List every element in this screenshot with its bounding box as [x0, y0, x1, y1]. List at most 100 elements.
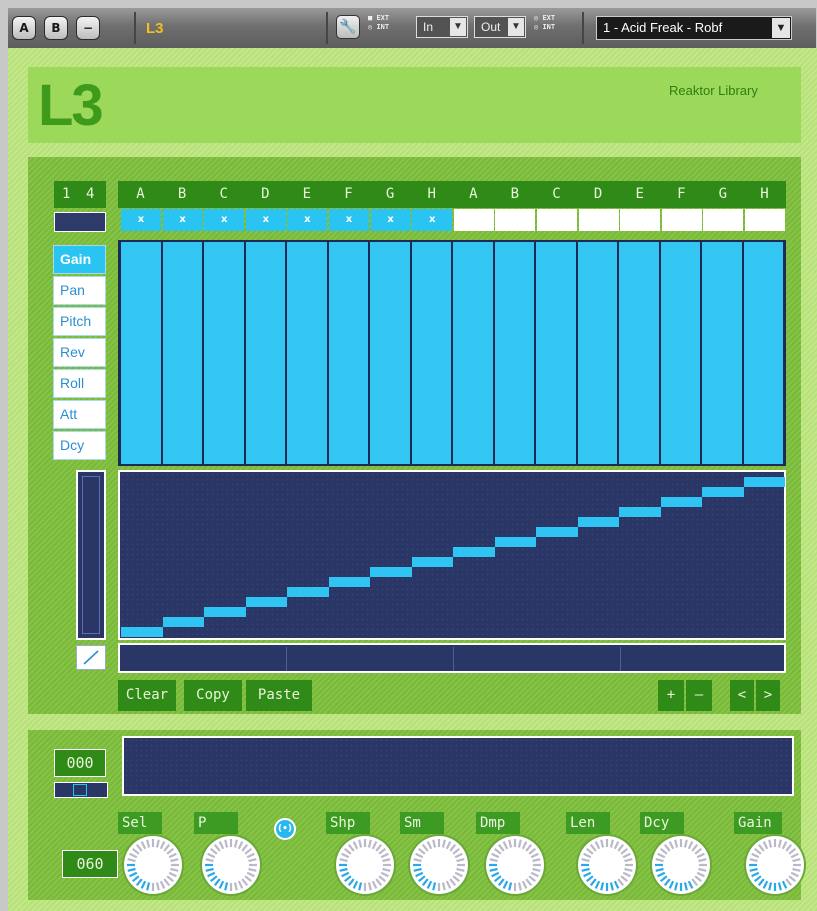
- minimize-button[interactable]: −: [76, 16, 100, 40]
- pitch-step[interactable]: [536, 527, 578, 537]
- gain-bar[interactable]: [619, 242, 659, 464]
- clear-button[interactable]: Clear: [118, 680, 176, 711]
- gain-bar[interactable]: [162, 242, 202, 464]
- lane-tab-dcy[interactable]: Dcy: [53, 431, 106, 460]
- step-mute-toggle[interactable]: [495, 209, 536, 231]
- step-mute-toggle[interactable]: [453, 209, 494, 231]
- out-select[interactable]: Out ▼: [474, 16, 526, 38]
- gain-bar[interactable]: [577, 242, 617, 464]
- timeline-divider: [620, 647, 621, 671]
- pitch-step[interactable]: [121, 627, 163, 637]
- add-button[interactable]: +: [658, 680, 684, 711]
- gain-bar[interactable]: [660, 242, 700, 464]
- midi-in-source[interactable]: ■ EXT ◎ INT: [368, 14, 389, 32]
- preset-select[interactable]: 1 - Acid Freak - Robf ▼: [596, 16, 792, 40]
- pitch-step[interactable]: [162, 617, 204, 627]
- gain-bar-editor[interactable]: [118, 240, 786, 466]
- lane-tab-roll[interactable]: Roll: [53, 369, 106, 398]
- wrench-icon[interactable]: 🔧: [336, 15, 360, 39]
- knob-dmp[interactable]: [486, 836, 544, 894]
- next-page-button[interactable]: >: [756, 680, 780, 711]
- lane-tab-pitch[interactable]: Pitch: [53, 307, 106, 336]
- step-mute-toggle[interactable]: x: [370, 209, 411, 231]
- knob-len[interactable]: [578, 836, 636, 894]
- toolbar: A B − L3 🔧 ■ EXT ◎ INT In ▼ Out ▼ ◎ EXT …: [8, 8, 816, 49]
- pitch-step[interactable]: [411, 557, 453, 567]
- pitch-step[interactable]: [328, 577, 370, 587]
- pitch-step[interactable]: [453, 547, 495, 557]
- step-mute-toggle[interactable]: x: [245, 209, 286, 231]
- gain-bar[interactable]: [411, 242, 451, 464]
- pattern-counter[interactable]: 000: [54, 749, 106, 777]
- gain-bar[interactable]: [287, 242, 327, 464]
- gain-bar[interactable]: [536, 242, 576, 464]
- copy-button[interactable]: Copy: [184, 680, 242, 711]
- step-mute-toggle[interactable]: x: [121, 209, 161, 231]
- knob-shp[interactable]: [336, 836, 394, 894]
- step-mute-toggle[interactable]: [578, 209, 619, 231]
- out-label: Out: [481, 20, 501, 34]
- pitch-step[interactable]: [204, 607, 246, 617]
- in-select[interactable]: In ▼: [416, 16, 468, 38]
- lane-tab-pan[interactable]: Pan: [53, 276, 106, 305]
- knob-dcy[interactable]: [652, 836, 710, 894]
- pitch-step-editor[interactable]: [118, 470, 786, 640]
- gain-bar[interactable]: [328, 242, 368, 464]
- step-mute-toggle[interactable]: x: [412, 209, 453, 231]
- link-icon[interactable]: (•): [274, 818, 296, 840]
- pitch-step[interactable]: [577, 517, 619, 527]
- pitch-step[interactable]: [743, 477, 785, 487]
- pitch-step[interactable]: [245, 597, 287, 607]
- pattern-slider[interactable]: [54, 782, 108, 798]
- pitch-step[interactable]: [370, 567, 412, 577]
- step-mute-toggle[interactable]: [661, 209, 702, 231]
- timeline-divider: [453, 647, 454, 671]
- length-digit[interactable]: 4: [86, 186, 94, 202]
- knob-gain[interactable]: [746, 836, 804, 894]
- midi-out-source[interactable]: ◎ EXT ◎ INT: [534, 14, 555, 32]
- step-mute-toggle[interactable]: [537, 209, 577, 231]
- gain-bar[interactable]: [702, 242, 742, 464]
- paste-button[interactable]: Paste: [246, 680, 312, 711]
- gain-bar[interactable]: [743, 242, 783, 464]
- snapshot-b-button[interactable]: B: [44, 16, 68, 40]
- knob-sel[interactable]: [124, 836, 182, 894]
- prev-page-button[interactable]: <: [730, 680, 754, 711]
- gain-bar[interactable]: [204, 242, 244, 464]
- knob-p[interactable]: [202, 836, 260, 894]
- gain-bar[interactable]: [245, 242, 285, 464]
- slider-thumb[interactable]: [73, 784, 87, 796]
- gain-bar[interactable]: [453, 242, 493, 464]
- draw-line-button[interactable]: [76, 645, 106, 670]
- snapshot-a-button[interactable]: A: [12, 16, 36, 40]
- tempo-counter[interactable]: 060: [62, 850, 118, 878]
- knob-label-sel: Sel: [118, 812, 162, 834]
- pitch-step[interactable]: [619, 507, 661, 517]
- lane-tab-gain[interactable]: Gain: [53, 245, 106, 274]
- step-letter: H: [760, 186, 769, 202]
- gain-bar[interactable]: [370, 242, 410, 464]
- line-tool-icon: [83, 650, 99, 665]
- gain-bar[interactable]: [121, 242, 161, 464]
- pitch-step[interactable]: [494, 537, 536, 547]
- step-mute-toggle[interactable]: [620, 209, 661, 231]
- pitch-step[interactable]: [660, 497, 702, 507]
- knob-sm[interactable]: [410, 836, 468, 894]
- step-mute-toggle[interactable]: x: [162, 209, 203, 231]
- gain-bar[interactable]: [494, 242, 534, 464]
- position-timeline[interactable]: [118, 643, 786, 673]
- length-slider[interactable]: [54, 212, 106, 232]
- pitch-step[interactable]: [287, 587, 329, 597]
- step-mute-toggle[interactable]: x: [287, 209, 328, 231]
- step-mute-toggle[interactable]: [745, 209, 785, 231]
- step-mute-toggle[interactable]: x: [204, 209, 245, 231]
- remove-button[interactable]: –: [686, 680, 712, 711]
- pitch-step[interactable]: [702, 487, 744, 497]
- lane-tab-att[interactable]: Att: [53, 400, 106, 429]
- knob-dial-icon: [489, 839, 541, 891]
- length-digit[interactable]: 1: [62, 186, 70, 202]
- lane-tab-rev[interactable]: Rev: [53, 338, 106, 367]
- step-mute-toggle[interactable]: [703, 209, 744, 231]
- range-slider[interactable]: [76, 470, 106, 640]
- step-mute-toggle[interactable]: x: [329, 209, 369, 231]
